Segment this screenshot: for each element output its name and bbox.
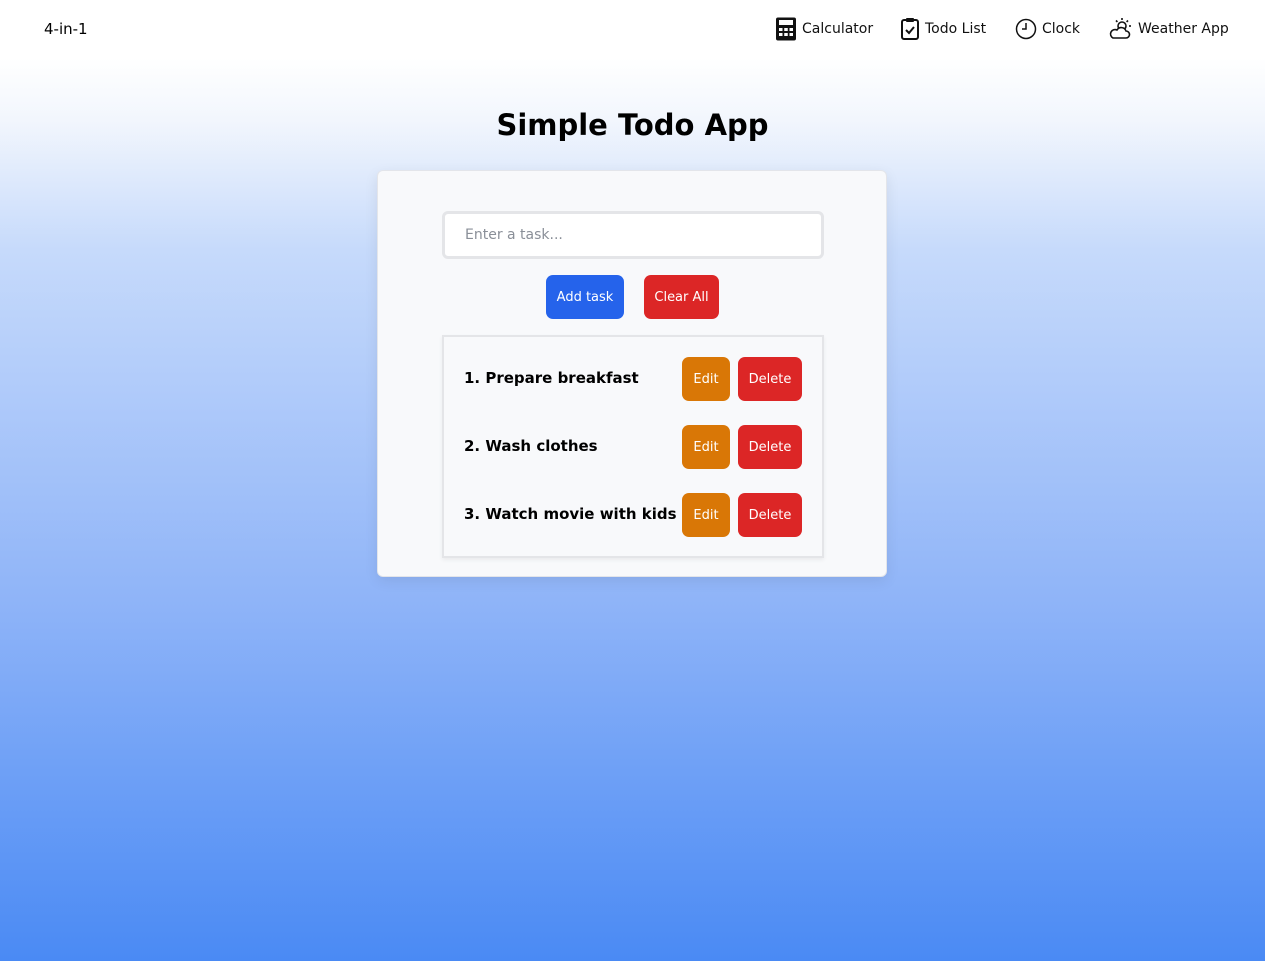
clock-icon [1015, 18, 1037, 40]
clipboard-check-icon [900, 17, 920, 41]
task-row: 1. Prepare breakfast Edit Delete [444, 357, 822, 401]
brand-logo[interactable]: 4-in-1 [44, 20, 88, 38]
nav-label-calculator: Calculator [802, 21, 874, 37]
delete-task-button[interactable]: Delete [738, 425, 802, 469]
clear-all-button[interactable]: Clear All [644, 275, 719, 319]
task-input[interactable] [442, 211, 824, 259]
edit-task-button[interactable]: Edit [682, 357, 730, 401]
nav-label-todo-list: Todo List [925, 21, 987, 37]
nav-label-weather-app: Weather App [1138, 21, 1229, 37]
delete-task-button[interactable]: Delete [738, 493, 802, 537]
calculator-icon [775, 17, 797, 41]
task-text: 1. Prepare breakfast [464, 369, 639, 387]
sun-cloud-icon [1109, 17, 1133, 41]
edit-task-button[interactable]: Edit [682, 425, 730, 469]
todo-card: Add task Clear All 1. Prepare breakfast … [377, 170, 887, 577]
task-text: 3. Watch movie with kids [464, 505, 677, 523]
task-text: 2. Wash clothes [464, 437, 598, 455]
nav-item-todo-list[interactable]: Todo List [900, 16, 986, 42]
nav-item-calculator[interactable]: Calculator [775, 16, 873, 42]
delete-task-button[interactable]: Delete [738, 357, 802, 401]
edit-task-button[interactable]: Edit [682, 493, 730, 537]
page-title: Simple Todo App [496, 108, 769, 142]
task-list: 1. Prepare breakfast Edit Delete 2. Wash… [442, 335, 824, 558]
task-row: 3. Watch movie with kids Edit Delete [444, 493, 822, 537]
add-task-button[interactable]: Add task [546, 275, 624, 319]
nav-label-clock: Clock [1042, 21, 1081, 37]
nav-item-clock[interactable]: Clock [1015, 16, 1080, 42]
nav-item-weather-app[interactable]: Weather App [1109, 16, 1229, 42]
top-navbar: 4-in-1 Calculator Todo List Clock Weathe… [0, 0, 1265, 58]
task-row: 2. Wash clothes Edit Delete [444, 425, 822, 469]
